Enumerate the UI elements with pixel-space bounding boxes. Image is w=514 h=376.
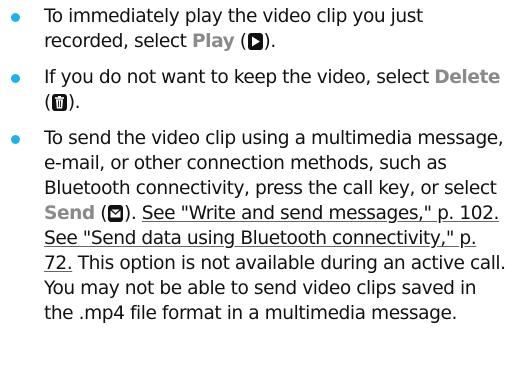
item-text-end: This option is not available during an a… (44, 253, 506, 324)
item-text-before: If you do not want to keep the video, se… (44, 67, 435, 88)
envelope-icon (108, 205, 124, 222)
bullet-icon (11, 12, 20, 22)
play-term: Play (191, 31, 235, 52)
item-text-after: . (270, 31, 276, 52)
link-write-send-messages[interactable]: See "Write and send messages," p. 102. (142, 203, 500, 224)
list-item-play: To immediately play the video clip you j… (0, 4, 508, 54)
list-item-send: To send the video clip using a multimedi… (0, 126, 508, 326)
delete-icon (51, 94, 67, 111)
send-term: Send (44, 203, 95, 224)
item-text-before: To immediately play the video clip you j… (44, 6, 423, 52)
item-text-after: . (130, 203, 142, 224)
item-text-after: . (74, 92, 81, 113)
bullet-list: To immediately play the video clip you j… (0, 4, 508, 326)
bullet-icon (11, 134, 20, 144)
delete-term: Delete (434, 67, 501, 88)
play-icon (247, 33, 263, 50)
item-text-before: To send the video clip using a multimedi… (44, 128, 504, 199)
document-page: To immediately play the video clip you j… (0, 0, 514, 376)
bullet-icon (11, 73, 20, 83)
list-item-delete: If you do not want to keep the video, se… (0, 65, 508, 115)
